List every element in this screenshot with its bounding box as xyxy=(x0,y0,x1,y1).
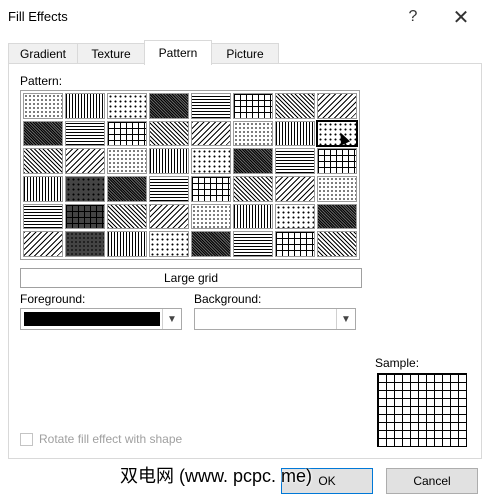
pattern-swatch-diam[interactable] xyxy=(233,148,273,174)
pattern-swatch-d1[interactable] xyxy=(23,93,63,119)
pattern-swatch-plaid[interactable] xyxy=(317,203,357,230)
pattern-swatch-d45b[interactable] xyxy=(107,148,147,174)
pattern-name: Large grid xyxy=(20,268,362,288)
pattern-swatch-dark2[interactable] xyxy=(65,148,105,174)
pattern-swatch-dashH[interactable] xyxy=(149,148,189,174)
pattern-swatch-vertW[interactable] xyxy=(149,231,189,257)
pattern-swatch-conf[interactable] xyxy=(191,231,231,257)
pattern-swatch-sm[interactable] xyxy=(191,203,231,230)
pattern-swatch-checkL[interactable] xyxy=(317,175,357,202)
tab-gradient[interactable]: Gradient xyxy=(8,43,78,64)
pattern-swatch-wave2[interactable] xyxy=(233,120,273,147)
pattern-label: Pattern: xyxy=(20,74,63,88)
pattern-swatch-d3[interactable] xyxy=(23,148,63,174)
pattern-swatch-trellis[interactable] xyxy=(233,231,273,257)
pattern-swatch-grid[interactable] xyxy=(317,93,357,119)
pattern-swatch-hwave[interactable] xyxy=(191,93,231,119)
pattern-swatch-check[interactable] xyxy=(317,148,357,174)
pattern-swatch-brick[interactable] xyxy=(233,175,273,202)
help-button[interactable]: ? xyxy=(398,4,428,30)
pattern-swatch-brick_h[interactable] xyxy=(149,120,189,147)
pattern-swatch-zig[interactable] xyxy=(233,93,273,119)
window-title: Fill Effects xyxy=(8,9,68,24)
pattern-swatch-v[interactable] xyxy=(149,93,189,119)
tab-pattern[interactable]: Pattern xyxy=(144,40,212,65)
background-label: Background: xyxy=(194,292,262,306)
pattern-swatch-d4[interactable] xyxy=(23,175,63,202)
background-color-picker[interactable]: ▼ xyxy=(194,308,356,330)
pattern-swatch-d45[interactable] xyxy=(107,120,147,147)
tab-texture[interactable]: Texture xyxy=(77,43,145,64)
pattern-swatch-zzH[interactable] xyxy=(191,148,231,174)
pattern-swatch-dense[interactable] xyxy=(65,93,105,119)
chevron-down-icon[interactable]: ▼ xyxy=(162,309,181,329)
pattern-swatch-diamL[interactable] xyxy=(317,231,357,257)
foreground-color-picker[interactable]: ▼ xyxy=(20,308,182,330)
pattern-swatch-sphere[interactable] xyxy=(275,231,315,257)
pattern-swatch-d2[interactable] xyxy=(23,120,63,147)
title-bar: Fill Effects ? ✕ xyxy=(0,0,488,34)
pattern-swatch-d_w[interactable] xyxy=(191,120,231,147)
foreground-swatch xyxy=(24,312,160,326)
foreground-label: Foreground: xyxy=(20,292,86,306)
pattern-swatch-weave[interactable] xyxy=(275,175,315,202)
rotate-fill-label: Rotate fill effect with shape xyxy=(39,432,183,446)
pattern-swatch-vdots[interactable] xyxy=(23,203,63,230)
pattern-swatch-dsh[interactable] xyxy=(191,175,231,202)
pattern-swatch-hlines[interactable] xyxy=(149,175,189,202)
close-button[interactable]: ✕ xyxy=(446,4,476,30)
pattern-swatch-gridS[interactable] xyxy=(275,120,315,147)
pattern-swatch-diag[interactable] xyxy=(107,203,147,230)
checkbox-box[interactable] xyxy=(20,432,33,446)
pattern-swatch-dotsG[interactable] xyxy=(275,148,315,174)
pattern-swatch-dots_b[interactable] xyxy=(65,231,105,257)
watermark-text: 双电网 (www. pcpc. me) xyxy=(120,466,313,486)
tab-strip: Gradient Texture Pattern Picture xyxy=(8,40,480,65)
chevron-down-icon[interactable]: ▼ xyxy=(336,309,355,329)
tab-picture[interactable]: Picture xyxy=(211,43,279,64)
rotate-fill-checkbox[interactable]: Rotate fill effect with shape xyxy=(20,432,182,446)
pattern-swatch-hatch[interactable] xyxy=(275,203,315,230)
pattern-grid xyxy=(20,90,360,260)
pattern-swatch-vert[interactable] xyxy=(149,203,189,230)
pattern-swatch-dg[interactable] xyxy=(107,93,147,119)
cancel-button[interactable]: Cancel xyxy=(386,468,478,494)
pattern-swatch-dk[interactable] xyxy=(23,231,63,257)
pattern-swatch-pebble[interactable] xyxy=(233,203,273,230)
pattern-swatch-dark3[interactable] xyxy=(65,175,105,202)
pattern-swatch-dark[interactable] xyxy=(65,120,105,147)
sample-preview xyxy=(377,373,467,447)
pattern-swatch-black[interactable] xyxy=(65,203,105,230)
pattern-swatch-d45c[interactable] xyxy=(107,175,147,202)
pattern-swatch-diagW[interactable] xyxy=(107,231,147,257)
background-swatch xyxy=(198,312,334,326)
sample-label: Sample: xyxy=(375,356,420,370)
pattern-swatch-dots2[interactable] xyxy=(275,93,315,119)
